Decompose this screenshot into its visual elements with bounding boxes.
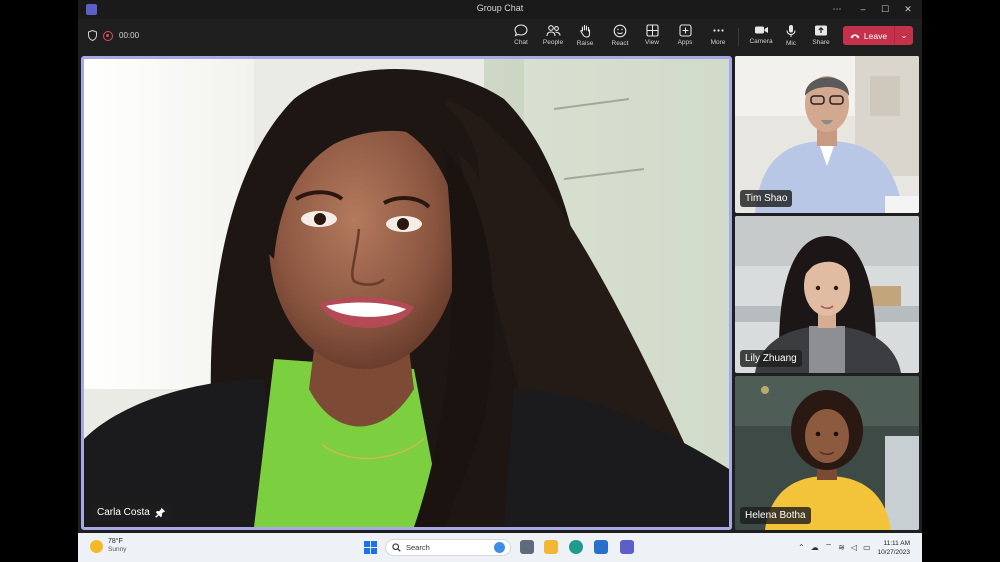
more-label: More	[710, 39, 726, 46]
participant-name-tag: Lily Zhuang	[740, 350, 802, 367]
close-button[interactable]: ✕	[901, 2, 915, 16]
more-icon	[712, 29, 724, 32]
weather-description: Sunny	[108, 546, 127, 553]
share-button[interactable]: Share	[805, 23, 837, 51]
share-label: Share	[812, 39, 830, 46]
edge-icon[interactable]	[569, 540, 583, 554]
view-icon	[645, 24, 659, 37]
camera-button[interactable]: Camera	[745, 23, 777, 51]
people-icon	[545, 25, 561, 37]
participant-name: Lily Zhuang	[745, 353, 797, 364]
chevron-up-icon[interactable]: ⌃	[798, 543, 805, 552]
network-icon[interactable]: ⌔	[825, 542, 833, 552]
raise-label: Raise	[576, 40, 594, 47]
mic-icon	[786, 25, 796, 37]
search-placeholder: Search	[406, 543, 430, 552]
more-options-icon[interactable]: ⋯	[830, 2, 844, 16]
pin-icon[interactable]	[155, 507, 166, 518]
apps-button[interactable]: Apps	[669, 23, 701, 51]
main-participant-name: Carla Costa	[97, 507, 150, 518]
toolbar-divider	[738, 28, 739, 46]
system-tray: ⌃ ☁ ⌔ ≋ ◁ ▭	[798, 542, 871, 552]
react-icon	[613, 24, 627, 38]
react-label: React	[611, 40, 629, 47]
taskbar-clock[interactable]: 11:11 AM 10/27/2023	[877, 539, 910, 557]
task-view-icon[interactable]	[520, 540, 534, 554]
onedrive-icon[interactable]: ☁	[811, 543, 819, 552]
recording-icon	[103, 30, 113, 41]
battery-icon[interactable]: ▭	[863, 543, 871, 552]
mic-label: Mic	[785, 40, 797, 47]
weather-widget[interactable]: 78°F Sunny	[90, 538, 126, 554]
participant-tile-2[interactable]: Lily Zhuang	[735, 216, 919, 373]
leave-label: Leave	[863, 30, 888, 41]
title-bar: Group Chat ⋯ – ☐ ✕	[78, 0, 922, 19]
hang-up-icon	[850, 33, 860, 38]
teams-taskbar-icon[interactable]	[620, 540, 634, 554]
search-icon	[392, 543, 401, 552]
start-button[interactable]	[364, 541, 377, 554]
participant-name-tag: Tim Shao	[740, 190, 793, 207]
weather-temperature: 78°F	[108, 538, 123, 545]
volume-icon[interactable]: ◁	[851, 543, 857, 552]
clock-time: 11:11 AM	[883, 540, 911, 547]
shield-icon	[88, 30, 97, 41]
clock-date: 10/27/2023	[877, 549, 910, 556]
raise-hand-button[interactable]: Raise	[569, 23, 601, 51]
main-name-tag: Carla Costa	[92, 504, 171, 521]
people-label: People	[542, 39, 564, 46]
mic-button[interactable]: Mic	[775, 23, 807, 51]
wifi-icon[interactable]: ≋	[838, 543, 845, 552]
people-button[interactable]: People	[537, 23, 569, 51]
bing-icon[interactable]	[494, 542, 505, 553]
chat-icon	[514, 24, 528, 37]
meeting-timer: 00:00	[119, 31, 140, 40]
react-button[interactable]: React	[604, 23, 636, 51]
file-explorer-icon[interactable]	[544, 540, 558, 554]
meeting-toolbar: 00:00 Chat People Raise React View Apps	[78, 19, 922, 53]
store-icon[interactable]	[594, 540, 608, 554]
minimize-button[interactable]: –	[856, 2, 870, 16]
participant-tile-3[interactable]: Helena Botha	[735, 376, 919, 530]
taskbar-search[interactable]: Search	[385, 539, 511, 556]
window-title: Group Chat	[476, 3, 524, 13]
windows-taskbar: 78°F Sunny Search ⌃ ☁ ⌔ ≋ ◁ ▭ 11:11 AM 1	[78, 533, 922, 562]
participant-name-tag: Helena Botha	[740, 507, 811, 524]
raise-hand-icon	[579, 24, 590, 38]
view-label: View	[645, 39, 659, 46]
sun-icon	[90, 539, 103, 553]
main-video-stage[interactable]: Carla Costa	[81, 56, 732, 530]
apps-label: Apps	[677, 39, 693, 46]
share-icon	[815, 25, 827, 36]
participant-name: Tim Shao	[745, 193, 788, 204]
teams-window: Group Chat ⋯ – ☐ ✕ 00:00 Chat People Rai…	[78, 0, 922, 562]
chat-label: Chat	[514, 39, 528, 46]
camera-label: Camera	[749, 38, 773, 45]
leave-button[interactable]: Leave ⌄	[843, 26, 913, 45]
view-button[interactable]: View	[636, 23, 668, 51]
more-button[interactable]: More	[702, 23, 734, 51]
participant-name: Helena Botha	[745, 510, 806, 521]
participant-tile-1[interactable]: Tim Shao	[735, 56, 919, 213]
maximize-button[interactable]: ☐	[878, 2, 892, 16]
camera-icon	[754, 26, 768, 34]
chevron-down-icon[interactable]: ⌄	[895, 31, 913, 40]
carla-costa-video	[84, 59, 729, 527]
apps-icon	[678, 24, 692, 37]
chat-button[interactable]: Chat	[505, 23, 537, 51]
